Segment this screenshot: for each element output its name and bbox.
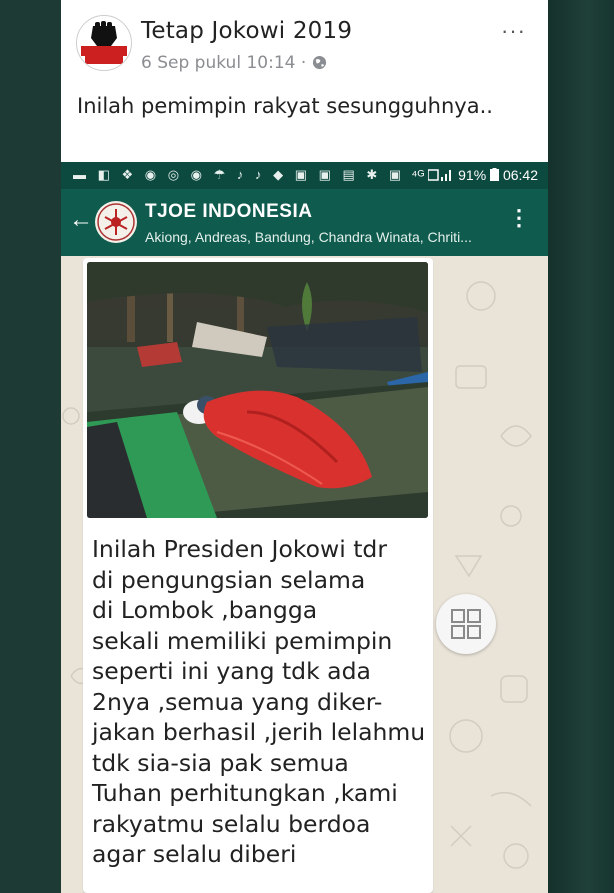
- chat-area: Inilah Presiden Jokowi tdr di pengungsia…: [61, 256, 548, 893]
- message-photo[interactable]: [87, 262, 428, 518]
- clock: 06:42: [502, 167, 538, 183]
- page-name[interactable]: Tetap Jokowi 2019: [141, 18, 352, 44]
- timestamp-text: 6 Sep pukul 10:14: [141, 53, 296, 73]
- signal-icon: [427, 167, 458, 183]
- back-arrow-icon[interactable]: ←: [69, 206, 93, 234]
- more-options-icon[interactable]: ···: [501, 18, 526, 44]
- group-members[interactable]: Akiong, Andreas, Bandung, Chandra Winata…: [145, 229, 505, 245]
- battery-level: 91%: [458, 167, 487, 183]
- group-name[interactable]: TJOE INDONESIA: [145, 201, 312, 223]
- page-avatar[interactable]: [76, 15, 132, 71]
- public-globe-icon: [312, 53, 327, 73]
- post-timestamp[interactable]: 6 Sep pukul 10:14 ·: [141, 53, 327, 73]
- facebook-post-card: Tetap Jokowi 2019 6 Sep pukul 10:14 · ··…: [61, 0, 548, 162]
- post-text: Inilah pemimpin rakyat sesungguhnya..: [77, 94, 493, 118]
- battery-icon: [490, 167, 503, 183]
- notification-icons: ▬ ◧ ❖ ◉ ◎ ◉ ☂ ♪ ♪ ◆ ▣ ▣ ▤ ✱ ▣: [73, 167, 406, 182]
- right-frame: [548, 0, 614, 893]
- group-logo-icon: [97, 203, 135, 241]
- overflow-menu-icon[interactable]: ⋮: [508, 205, 530, 231]
- grid-view-button[interactable]: [436, 594, 496, 654]
- message-bubble[interactable]: Inilah Presiden Jokowi tdr di pengungsia…: [83, 258, 433, 893]
- fist-logo-icon: [77, 16, 131, 70]
- meta-separator: ·: [295, 53, 312, 73]
- chat-header: ← TJOE INDONESIA Akiong, Andreas, Bandun…: [61, 189, 548, 256]
- status-bar: ▬ ◧ ❖ ◉ ◎ ◉ ☂ ♪ ♪ ◆ ▣ ▣ ▤ ✱ ▣ ⁴ᴳ 91% 06:…: [61, 162, 548, 189]
- group-avatar[interactable]: [95, 201, 137, 243]
- grid-icon: [451, 609, 481, 639]
- photo-image: [87, 262, 428, 518]
- network-icon: ⁴ᴳ: [411, 167, 425, 183]
- message-text: Inilah Presiden Jokowi tdr di pengungsia…: [92, 535, 426, 868]
- left-frame: [0, 0, 60, 893]
- status-right: ⁴ᴳ 91% 06:42: [411, 167, 538, 183]
